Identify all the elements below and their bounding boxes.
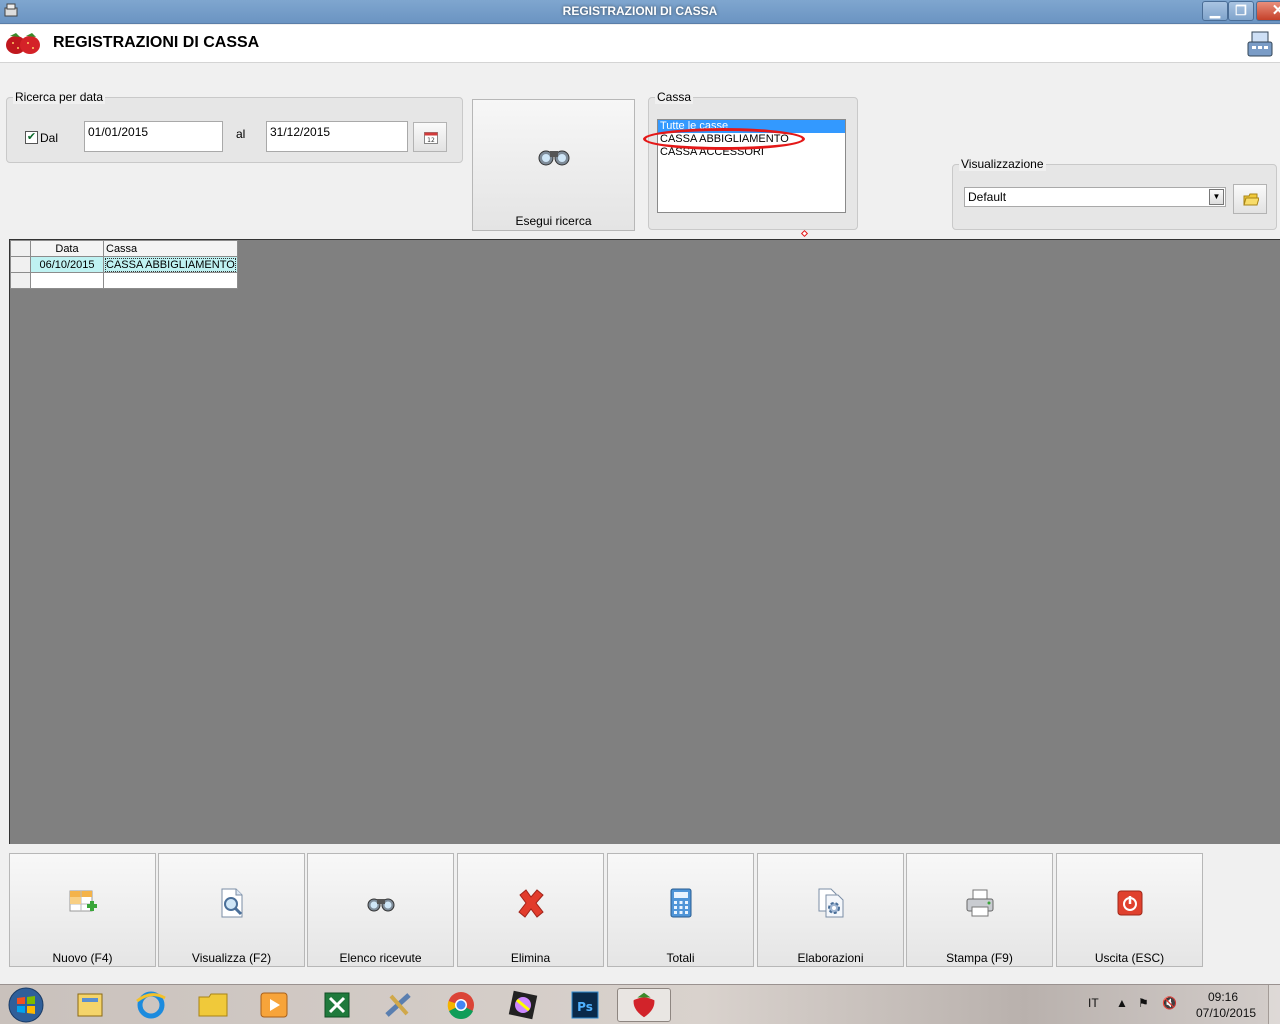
cassa-legend: Cassa bbox=[655, 90, 694, 104]
exit-button-label: Uscita (ESC) bbox=[1094, 951, 1165, 965]
tools-icon[interactable] bbox=[373, 988, 425, 1022]
totals-button-label: Totali bbox=[666, 951, 695, 965]
folder-icon bbox=[1243, 193, 1259, 206]
chevron-down-icon[interactable]: ▼ bbox=[1209, 189, 1224, 205]
tray-expand-icon[interactable]: ▲ bbox=[1116, 996, 1128, 1024]
exit-button[interactable]: Uscita (ESC) bbox=[1056, 853, 1203, 967]
title-bar: REGISTRAZIONI DI CASSA ▁ ❐ ✕ bbox=[0, 0, 1280, 24]
print-button[interactable]: Stampa (F9) bbox=[906, 853, 1053, 967]
search-button-label: Esegui ricerca bbox=[515, 214, 592, 228]
totals-button[interactable]: Totali bbox=[607, 853, 754, 967]
calendar-icon: 12 bbox=[424, 132, 438, 144]
red-highlight-ellipse bbox=[643, 128, 805, 150]
view-button-label: Visualizza (F2) bbox=[191, 951, 272, 965]
grid-corner bbox=[10, 240, 31, 257]
open-folder-button[interactable] bbox=[1233, 184, 1267, 214]
cell-data[interactable] bbox=[30, 272, 104, 289]
file-explorer-icon[interactable] bbox=[187, 988, 239, 1022]
view-group: Visualizzazione Default ▼ bbox=[952, 157, 1277, 230]
svg-text:Ps: Ps bbox=[577, 1000, 593, 1014]
action-center-flag-icon[interactable]: ⚑ bbox=[1138, 996, 1149, 1024]
cell-cassa[interactable]: CASSA ABBIGLIAMENTO bbox=[103, 256, 238, 273]
delete-button-label: Elimina bbox=[510, 951, 551, 965]
view-document-icon bbox=[221, 888, 242, 918]
from-date-field[interactable]: 01/01/2015 bbox=[84, 121, 223, 152]
minimize-button[interactable]: ▁ bbox=[1202, 1, 1228, 21]
from-date-label: Dal bbox=[40, 131, 59, 145]
volume-muted-icon[interactable]: 🔇 bbox=[1162, 996, 1177, 1024]
calendar-button[interactable]: 12 bbox=[413, 122, 447, 152]
table-row[interactable]: 06/10/2015 CASSA ABBIGLIAMENTO bbox=[10, 256, 238, 273]
view-button[interactable]: Visualizza (F2) bbox=[158, 853, 305, 967]
language-indicator[interactable]: IT bbox=[1088, 996, 1099, 1024]
taskbar: Ps IT ▲ ⚑ 🔇 09:16 07/10/2015 bbox=[0, 984, 1280, 1024]
photoshop-icon[interactable]: Ps bbox=[559, 988, 611, 1022]
printer-icon bbox=[966, 889, 993, 917]
power-icon bbox=[1117, 890, 1142, 916]
new-button-label: Nuovo (F4) bbox=[52, 951, 113, 965]
date-search-legend: Ricerca per data bbox=[13, 90, 106, 104]
view-select[interactable]: Default ▼ bbox=[964, 187, 1226, 207]
view-select-value: Default bbox=[968, 190, 1007, 204]
strawberry-logo-icon bbox=[6, 33, 40, 54]
view-legend: Visualizzazione bbox=[959, 157, 1046, 171]
results-grid: Data Cassa 06/10/2015 CASSA ABBIGLIAMENT… bbox=[10, 240, 238, 289]
column-header-data[interactable]: Data bbox=[30, 240, 104, 257]
windows-start-icon[interactable] bbox=[4, 986, 48, 1024]
window-title: REGISTRAZIONI DI CASSA bbox=[562, 4, 718, 18]
delete-x-icon bbox=[517, 889, 544, 918]
to-date-label: al bbox=[236, 127, 246, 141]
column-header-cassa[interactable]: Cassa bbox=[103, 240, 238, 257]
receipts-list-button[interactable]: Elenco ricevute bbox=[307, 853, 454, 967]
excel-icon[interactable] bbox=[311, 988, 363, 1022]
page-title: REGISTRAZIONI DI CASSA bbox=[53, 34, 260, 51]
cell-data[interactable]: 06/10/2015 bbox=[30, 256, 104, 273]
from-date-checkbox[interactable]: ✔ bbox=[25, 131, 38, 144]
cassa-group: Cassa Tutte le casse CASSA ABBIGLIAMENTO… bbox=[643, 90, 858, 238]
media-player-icon[interactable] bbox=[248, 988, 300, 1022]
color-app-icon[interactable] bbox=[497, 988, 549, 1022]
svg-text:12: 12 bbox=[427, 137, 435, 144]
table-row[interactable] bbox=[10, 272, 238, 289]
restore-button[interactable]: ❐ bbox=[1228, 1, 1254, 21]
binoculars-icon bbox=[538, 150, 569, 166]
cash-register-icon bbox=[1247, 31, 1273, 57]
to-date-field[interactable]: 31/12/2015 bbox=[266, 121, 408, 152]
process-document-icon bbox=[818, 888, 843, 918]
cell-cassa[interactable] bbox=[103, 272, 238, 289]
row-header[interactable] bbox=[10, 272, 31, 289]
add-table-icon bbox=[69, 890, 97, 912]
delete-button[interactable]: Elimina bbox=[457, 853, 604, 967]
calculator-icon bbox=[670, 888, 691, 918]
receipts-list-button-label: Elenco ricevute bbox=[339, 951, 422, 965]
strawberry-app-icon[interactable] bbox=[617, 988, 671, 1022]
print-button-label: Stampa (F9) bbox=[946, 951, 1013, 965]
row-header[interactable] bbox=[10, 256, 31, 273]
close-button[interactable]: ✕ bbox=[1256, 1, 1280, 21]
chrome-icon[interactable] bbox=[435, 988, 487, 1022]
internet-explorer-icon[interactable] bbox=[125, 988, 177, 1022]
search-button[interactable]: Esegui ricerca bbox=[472, 99, 635, 231]
clock-date[interactable]: 07/10/2015 bbox=[1196, 1006, 1256, 1024]
date-search-group: Ricerca per data ✔ Dal 01/01/2015 al 31/… bbox=[6, 90, 463, 163]
new-button[interactable]: Nuovo (F4) bbox=[9, 853, 156, 967]
processing-button[interactable]: Elaborazioni bbox=[757, 853, 904, 967]
show-desktop-button[interactable] bbox=[1268, 985, 1280, 1024]
resize-marker bbox=[800, 229, 809, 238]
processing-button-label: Elaborazioni bbox=[797, 951, 864, 965]
outlook-icon[interactable] bbox=[64, 988, 116, 1022]
header-band: REGISTRAZIONI DI CASSA bbox=[0, 25, 1280, 63]
results-grid-area: Data Cassa 06/10/2015 CASSA ABBIGLIAMENT… bbox=[9, 239, 1280, 844]
binoculars-icon bbox=[367, 898, 394, 912]
